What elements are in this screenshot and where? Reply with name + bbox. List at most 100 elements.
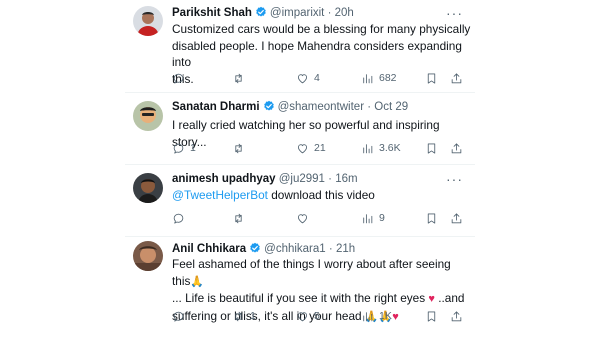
timestamp[interactable]: 21h bbox=[336, 243, 355, 255]
bookmark-icon bbox=[425, 310, 438, 323]
like-button[interactable]: 21 bbox=[296, 140, 326, 156]
timestamp[interactable]: 16m bbox=[335, 173, 357, 185]
reply-icon bbox=[172, 212, 185, 225]
avatar[interactable] bbox=[133, 241, 163, 271]
avatar[interactable] bbox=[133, 6, 163, 36]
separator: · bbox=[327, 7, 332, 19]
tweet-text-fragment: ..and bbox=[434, 291, 465, 305]
reply-feed: Parikshit Shah @imparixit · 20h ··· Custo… bbox=[125, 0, 475, 338]
repost-count: 1 bbox=[250, 310, 256, 322]
more-options-icon[interactable]: ··· bbox=[446, 172, 463, 186]
reply-button[interactable] bbox=[172, 210, 190, 226]
author-name[interactable]: Parikshit Shah bbox=[172, 7, 252, 19]
share-button[interactable] bbox=[450, 70, 463, 86]
reply-count: 1 bbox=[190, 142, 196, 154]
repost-icon bbox=[232, 142, 245, 155]
reply-icon bbox=[172, 72, 185, 85]
tweet-text-line: disabled people. I hope Mahendra conside… bbox=[172, 38, 462, 70]
tweet-actions: 1 21 3.6K bbox=[172, 140, 467, 156]
heart-icon bbox=[296, 212, 309, 225]
reply-icon bbox=[172, 142, 185, 155]
author-handle[interactable]: @ju2991 bbox=[279, 173, 325, 185]
tweet-text: @TweetHelperBot download this video bbox=[172, 187, 472, 204]
verified-badge-icon bbox=[249, 242, 261, 254]
heart-icon bbox=[296, 142, 309, 155]
view-count: 3.6K bbox=[379, 142, 401, 154]
tweet-text-fragment: download this video bbox=[267, 188, 375, 202]
share-button[interactable] bbox=[450, 210, 463, 226]
tweet-text-fragment: ... Life is beautiful if you see it with… bbox=[172, 291, 429, 305]
repost-button[interactable] bbox=[232, 70, 250, 86]
tweet-actions: 1 5 1K bbox=[172, 308, 467, 324]
views-button[interactable]: 682 bbox=[361, 70, 397, 86]
avatar[interactable] bbox=[133, 173, 163, 203]
tweet-header: Sanatan Dharmi @shameontwiter · Oct 29 bbox=[172, 100, 408, 114]
avatar[interactable] bbox=[133, 101, 163, 131]
repost-icon bbox=[232, 310, 245, 323]
repost-icon bbox=[232, 212, 245, 225]
share-icon bbox=[450, 212, 463, 225]
tweet-item[interactable]: Anil Chhikara @chhikara1 · 21h Feel asham… bbox=[125, 236, 475, 338]
tweet-item[interactable]: Sanatan Dharmi @shameontwiter · Oct 29 I … bbox=[125, 92, 475, 165]
repost-button[interactable]: 1 bbox=[232, 308, 256, 324]
bookmark-icon bbox=[425, 142, 438, 155]
share-button[interactable] bbox=[450, 308, 463, 324]
tweet-text-line: ... Life is beautiful if you see it with… bbox=[172, 290, 472, 308]
verified-badge-icon bbox=[255, 6, 267, 18]
share-button[interactable] bbox=[450, 140, 463, 156]
timestamp[interactable]: Oct 29 bbox=[374, 101, 408, 113]
author-name[interactable]: animesh upadhyay bbox=[172, 173, 276, 185]
tweet-header: animesh upadhyay @ju2991 · 16m bbox=[172, 172, 358, 186]
share-icon bbox=[450, 310, 463, 323]
bookmark-button[interactable] bbox=[425, 140, 438, 156]
folded-hands-emoji: 🙏 bbox=[190, 275, 205, 288]
bookmark-button[interactable] bbox=[425, 308, 438, 324]
bookmark-button[interactable] bbox=[425, 210, 438, 226]
bookmark-icon bbox=[425, 212, 438, 225]
verified-badge-icon bbox=[263, 100, 275, 112]
views-icon bbox=[361, 72, 374, 85]
views-button[interactable]: 1K bbox=[361, 308, 392, 324]
like-count: 21 bbox=[314, 142, 326, 154]
share-icon bbox=[450, 72, 463, 85]
tweet-header: Parikshit Shah @imparixit · 20h bbox=[172, 6, 354, 20]
repost-button[interactable] bbox=[232, 210, 250, 226]
tweet-text-line: Feel ashamed of the things I worry about… bbox=[172, 256, 472, 290]
like-button[interactable]: 5 bbox=[296, 308, 320, 324]
share-icon bbox=[450, 142, 463, 155]
tweet-actions: 4 682 bbox=[172, 70, 467, 86]
tweet-actions: 9 bbox=[172, 210, 467, 226]
author-handle[interactable]: @imparixit bbox=[270, 7, 325, 19]
repost-icon bbox=[232, 72, 245, 85]
like-count: 5 bbox=[314, 310, 320, 322]
view-count: 1K bbox=[379, 310, 392, 322]
like-button[interactable]: 4 bbox=[296, 70, 320, 86]
view-count: 682 bbox=[379, 72, 397, 84]
like-count: 4 bbox=[314, 72, 320, 84]
repost-button[interactable] bbox=[232, 140, 250, 156]
views-button[interactable]: 9 bbox=[361, 210, 385, 226]
bookmark-button[interactable] bbox=[425, 70, 438, 86]
like-button[interactable] bbox=[296, 210, 314, 226]
views-icon bbox=[361, 310, 374, 323]
author-name[interactable]: Anil Chhikara bbox=[172, 243, 246, 255]
more-options-icon[interactable]: ··· bbox=[446, 6, 463, 20]
views-icon bbox=[361, 142, 374, 155]
views-icon bbox=[361, 212, 374, 225]
tweet-text-line: Customized cars would be a blessing for … bbox=[172, 22, 471, 36]
author-handle[interactable]: @chhikara1 bbox=[264, 243, 326, 255]
reply-button[interactable]: 1 bbox=[172, 140, 196, 156]
author-name[interactable]: Sanatan Dharmi bbox=[172, 101, 260, 113]
reply-button[interactable] bbox=[172, 70, 190, 86]
heart-icon bbox=[296, 72, 309, 85]
mention-link[interactable]: @TweetHelperBot bbox=[172, 188, 268, 202]
views-button[interactable]: 3.6K bbox=[361, 140, 401, 156]
timestamp[interactable]: 20h bbox=[335, 7, 354, 19]
tweet-item[interactable]: animesh upadhyay @ju2991 · 16m ··· @Twee… bbox=[125, 164, 475, 237]
reply-button[interactable] bbox=[172, 308, 190, 324]
author-handle[interactable]: @shameontwiter bbox=[278, 101, 364, 113]
tweet-item[interactable]: Parikshit Shah @imparixit · 20h ··· Custo… bbox=[125, 0, 475, 93]
heart-icon bbox=[296, 310, 309, 323]
tweet-text-fragment: Feel ashamed of the things I worry about… bbox=[172, 257, 451, 288]
reply-icon bbox=[172, 310, 185, 323]
